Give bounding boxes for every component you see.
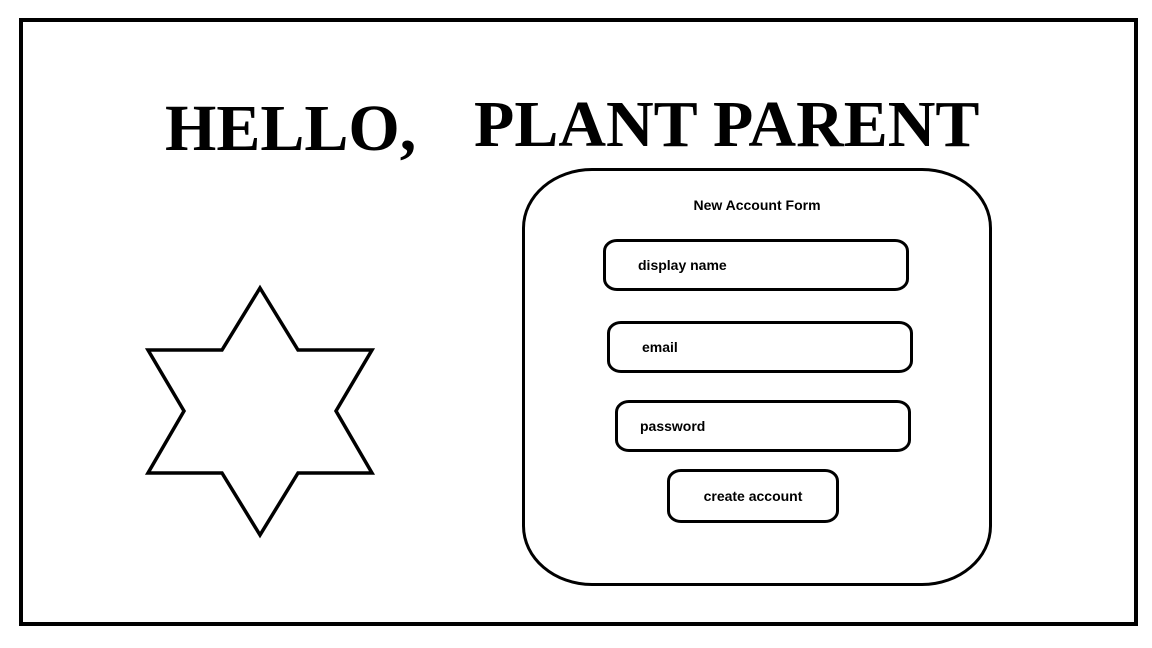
display-name-placeholder: display name: [638, 257, 727, 273]
email-placeholder: email: [642, 339, 678, 355]
password-input[interactable]: password: [615, 400, 911, 452]
form-title: New Account Form: [693, 197, 821, 213]
create-account-label: create account: [703, 488, 803, 504]
greeting-heading: HELLO,: [165, 92, 417, 165]
password-placeholder: password: [640, 418, 706, 434]
new-account-form: New Account Form display name email pass…: [522, 168, 992, 586]
page-title: PLANT PARENT: [474, 88, 980, 161]
six-pointed-star-icon: [144, 284, 376, 539]
create-account-button[interactable]: create account: [667, 469, 839, 523]
display-name-input[interactable]: display name: [603, 239, 909, 291]
email-input[interactable]: email: [607, 321, 913, 373]
